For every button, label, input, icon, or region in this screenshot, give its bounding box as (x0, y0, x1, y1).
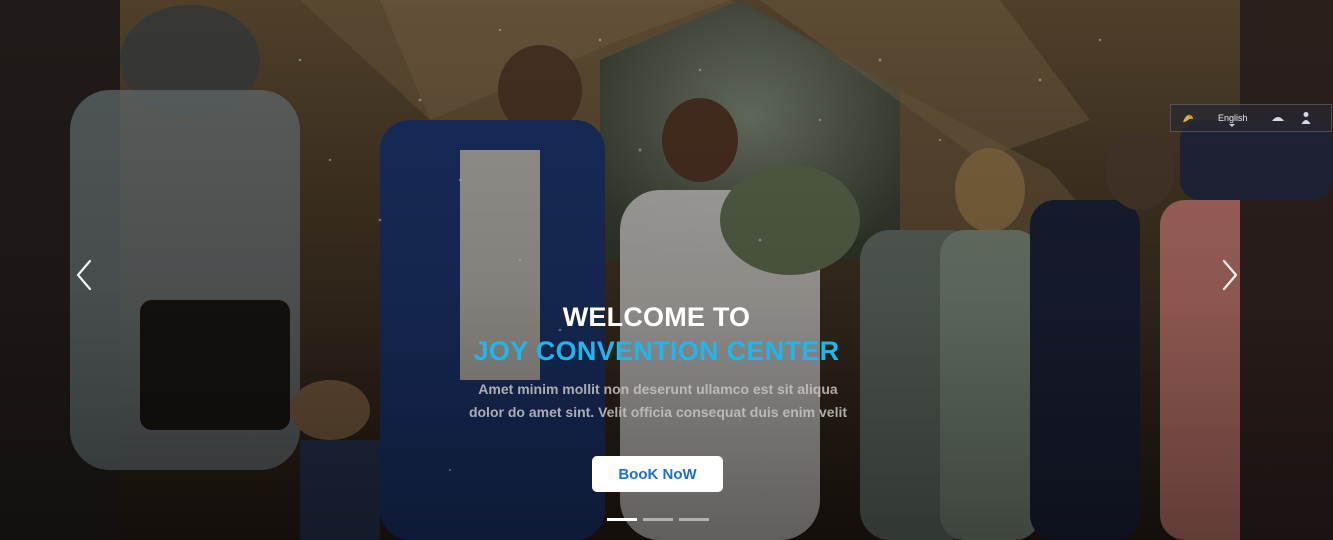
carousel-indicator-1[interactable] (607, 518, 637, 521)
hero-carousel: English WELCOME TO JOY CONVENTION CENTER… (0, 0, 1333, 540)
carousel-indicator-2[interactable] (643, 518, 673, 521)
hero-title-line1: WELCOME TO (562, 302, 751, 332)
hero-subtitle: Amet minim mollit non deserunt ullamco e… (443, 378, 873, 424)
hero-title-line2: JOY CONVENTION CENTER (473, 336, 840, 366)
hero-caption: WELCOME TO JOY CONVENTION CENTER Amet mi… (0, 0, 1333, 540)
hero-subtitle-line2: dolor do amet sint. Velit officia conseq… (468, 404, 848, 420)
carousel-indicators (607, 518, 709, 522)
carousel-indicator-3[interactable] (679, 518, 709, 521)
hero-subtitle-line1: Amet minim mollit non deserunt ullamco e… (478, 381, 838, 397)
book-now-button[interactable]: BooK NoW (592, 456, 723, 492)
